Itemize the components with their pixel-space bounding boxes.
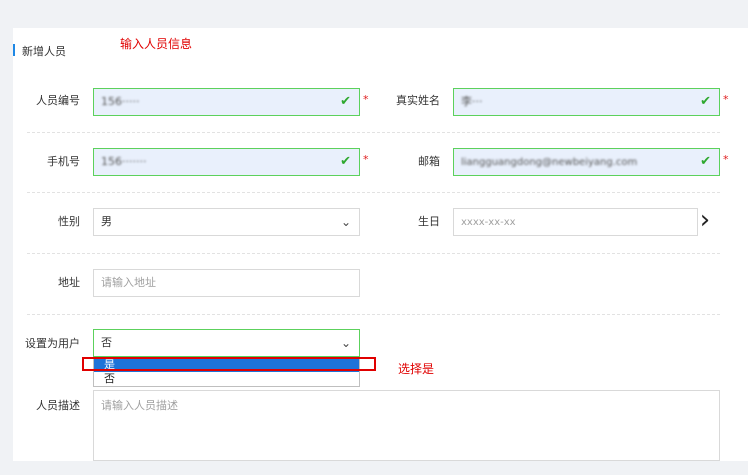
phone-value: 156······· bbox=[101, 155, 147, 168]
check-icon: ✔ bbox=[700, 94, 711, 109]
person-no-input[interactable]: 156····· ✔ bbox=[93, 88, 360, 116]
email-input[interactable]: liangguangdong@newbeiyang.com ✔ bbox=[453, 148, 720, 176]
set-user-value: 否 bbox=[101, 336, 112, 349]
address-input[interactable]: 请输入地址 bbox=[93, 269, 360, 297]
birthday-placeholder: xxxx-xx-xx bbox=[461, 217, 516, 228]
title-accent-bar bbox=[13, 44, 15, 56]
row-divider bbox=[27, 253, 720, 254]
real-name-value: 李··· bbox=[461, 95, 483, 108]
section-title: 新增人员 bbox=[22, 45, 66, 58]
gender-select[interactable]: 男 ⌄ bbox=[93, 208, 360, 236]
email-value: liangguangdong@newbeiyang.com bbox=[461, 157, 638, 168]
row-divider bbox=[27, 132, 720, 133]
label-description: 人员描述 bbox=[36, 399, 80, 412]
gender-value: 男 bbox=[101, 215, 112, 228]
row-divider bbox=[27, 192, 720, 193]
required-mark: * bbox=[723, 153, 729, 166]
annotation-select: 选择是 bbox=[398, 362, 435, 376]
label-set-user: 设置为用户 bbox=[25, 337, 80, 350]
row-divider bbox=[27, 314, 720, 315]
label-address: 地址 bbox=[58, 276, 80, 289]
chevron-down-icon: ⌄ bbox=[340, 336, 351, 350]
annotation-highlight-box bbox=[82, 357, 376, 371]
check-icon: ✔ bbox=[700, 154, 711, 169]
label-birthday: 生日 bbox=[418, 215, 440, 228]
bottom-strip bbox=[0, 461, 748, 475]
birthday-input[interactable]: xxxx-xx-xx bbox=[453, 208, 698, 236]
description-textarea[interactable]: 请输入人员描述 bbox=[93, 390, 720, 461]
description-placeholder: 请输入人员描述 bbox=[101, 399, 178, 412]
check-icon: ✔ bbox=[340, 154, 351, 169]
set-user-select[interactable]: 否 ⌄ bbox=[93, 329, 360, 357]
label-email: 邮箱 bbox=[418, 155, 440, 168]
chevron-down-icon: ⌄ bbox=[340, 215, 351, 229]
check-icon: ✔ bbox=[340, 94, 351, 109]
person-no-value: 156····· bbox=[101, 95, 140, 108]
label-real-name: 真实姓名 bbox=[396, 94, 440, 107]
chevron-right-icon[interactable]: › bbox=[694, 205, 716, 235]
label-person-no: 人员编号 bbox=[36, 94, 80, 107]
required-mark: * bbox=[723, 93, 729, 106]
address-placeholder: 请输入地址 bbox=[101, 276, 156, 289]
option-no[interactable]: 否 bbox=[94, 372, 359, 386]
label-phone: 手机号 bbox=[47, 155, 80, 168]
real-name-input[interactable]: 李··· ✔ bbox=[453, 88, 720, 116]
label-gender: 性别 bbox=[58, 215, 80, 228]
phone-input[interactable]: 156······· ✔ bbox=[93, 148, 360, 176]
annotation-top: 输入人员信息 bbox=[120, 37, 193, 51]
